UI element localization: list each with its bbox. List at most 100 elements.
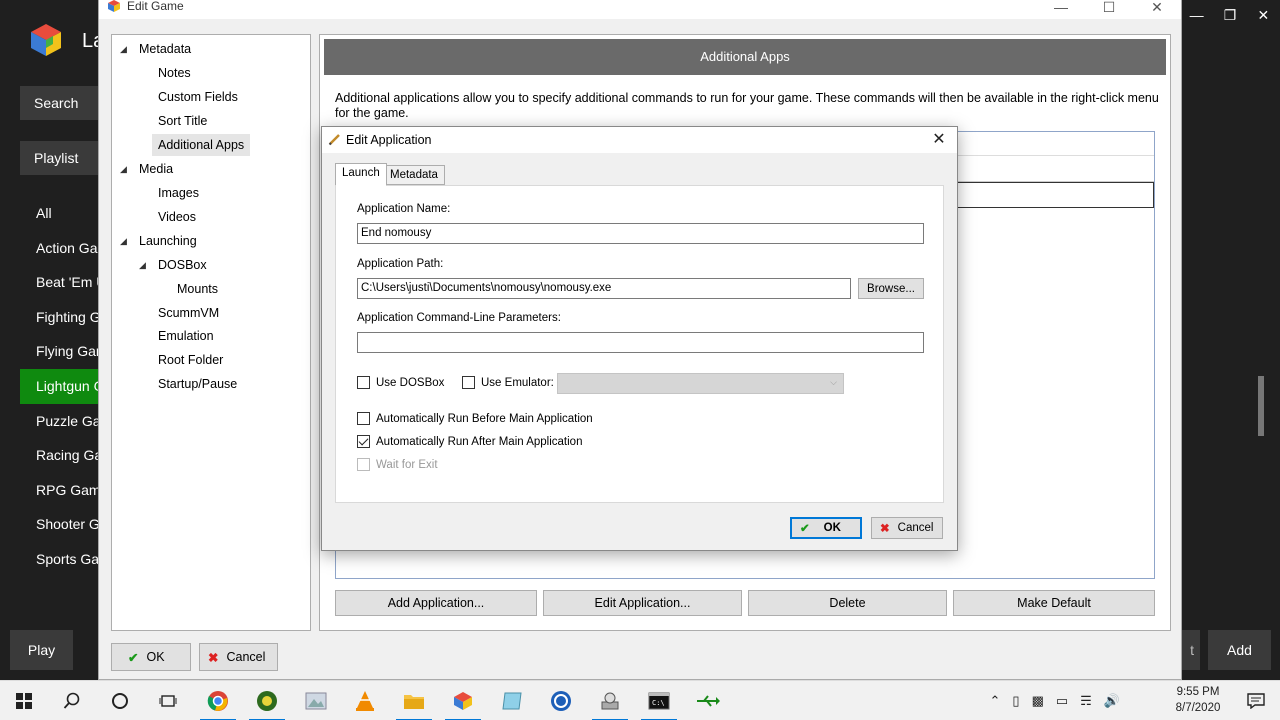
- restore-icon[interactable]: ❐: [1213, 0, 1246, 30]
- minimize-icon[interactable]: —: [1180, 0, 1213, 30]
- playlist-item[interactable]: Beat 'Em U: [20, 265, 110, 300]
- playlist-item[interactable]: RPG Game: [20, 473, 110, 508]
- tree-item-videos[interactable]: Videos: [158, 206, 196, 228]
- search-icon[interactable]: [52, 685, 92, 717]
- close-icon[interactable]: ✕: [929, 130, 949, 150]
- app-name-label: Application Name:: [357, 203, 451, 215]
- edit-application-button[interactable]: Edit Application...: [543, 590, 742, 616]
- playlist-item[interactable]: Sports Ga: [20, 542, 110, 577]
- notification-icon[interactable]: [1242, 687, 1270, 715]
- params-field[interactable]: [357, 332, 924, 353]
- settings-tree: ◢ Metadata Notes Custom Fields Sort Titl…: [111, 34, 311, 631]
- playlist-item[interactable]: Puzzle Gar: [20, 404, 110, 439]
- cancel-label: Cancel: [226, 650, 266, 664]
- tree-item-dosbox[interactable]: DOSBox: [158, 254, 207, 276]
- monitor-icon[interactable]: ▩: [1032, 693, 1044, 709]
- dialog-ok-button[interactable]: ✔ OK: [790, 517, 862, 539]
- tab-metadata[interactable]: Metadata: [383, 165, 445, 185]
- tree-item-additional-apps[interactable]: Additional Apps: [152, 134, 251, 156]
- launch-tab-content: Application Name: End nomousy Applicatio…: [335, 185, 944, 503]
- expanded-arrow-icon[interactable]: ◢: [120, 230, 127, 252]
- playlist-item[interactable]: All: [20, 196, 110, 231]
- green-app-icon[interactable]: [247, 685, 287, 720]
- tree-item-media[interactable]: Media: [139, 158, 173, 180]
- wait-exit-label: Wait for Exit: [376, 458, 438, 471]
- search-button[interactable]: Search: [20, 86, 110, 120]
- tree-item-launching[interactable]: Launching: [139, 230, 197, 252]
- maximize-icon[interactable]: ☐: [1085, 0, 1133, 19]
- ok-button[interactable]: ✔ OK: [111, 643, 191, 671]
- checkmark-icon: ✔: [800, 523, 810, 535]
- browse-button[interactable]: Browse...: [858, 278, 924, 299]
- window-title: Edit Game: [127, 0, 184, 13]
- use-dosbox-checkbox[interactable]: Use DOSBox: [357, 376, 444, 389]
- scrollbar-thumb[interactable]: [1258, 376, 1264, 436]
- tree-item-scummvm[interactable]: ScummVM: [158, 302, 219, 324]
- volume-icon[interactable]: 🔊: [1104, 693, 1120, 709]
- emulator-select[interactable]: ⌵: [557, 373, 844, 394]
- dialog-cancel-button[interactable]: ✖ Cancel: [871, 517, 943, 539]
- file-explorer-icon[interactable]: [394, 685, 434, 720]
- blue-circle-app-icon[interactable]: [541, 685, 581, 717]
- run-before-checkbox[interactable]: Automatically Run Before Main Applicatio…: [357, 412, 593, 425]
- chevron-up-icon[interactable]: ⌃: [990, 693, 1001, 709]
- tree-item-notes[interactable]: Notes: [158, 62, 191, 84]
- tree-item-custom-fields[interactable]: Custom Fields: [158, 86, 238, 108]
- playlist-item[interactable]: Flying Gar: [20, 334, 110, 369]
- task-view-icon[interactable]: [148, 685, 188, 717]
- tree-item-sort-title[interactable]: Sort Title: [158, 110, 207, 132]
- tree-item-emulation[interactable]: Emulation: [158, 325, 214, 347]
- close-icon[interactable]: ✕: [1133, 0, 1181, 19]
- cancel-button[interactable]: ✖ Cancel: [199, 643, 278, 671]
- make-default-button[interactable]: Make Default: [953, 590, 1155, 616]
- play-button[interactable]: Play: [10, 630, 73, 670]
- add-button[interactable]: Add: [1208, 630, 1271, 670]
- chrome-icon[interactable]: [198, 685, 238, 720]
- tree-item-metadata[interactable]: Metadata: [139, 38, 191, 60]
- playlist-item[interactable]: Fighting G: [20, 300, 110, 335]
- expanded-arrow-icon[interactable]: ◢: [120, 38, 127, 60]
- panel-description: Additional applications allow you to spe…: [335, 91, 1159, 120]
- checkbox-box: [357, 376, 370, 389]
- playlist-item[interactable]: Action Ga: [20, 231, 110, 266]
- add-application-button[interactable]: Add Application...: [335, 590, 537, 616]
- use-emulator-checkbox[interactable]: Use Emulator:: [462, 376, 554, 389]
- photo-viewer-icon[interactable]: [296, 685, 336, 717]
- tab-launch[interactable]: Launch: [335, 163, 387, 186]
- playlist-item[interactable]: Racing Ga: [20, 438, 110, 473]
- notepad-icon[interactable]: [492, 685, 532, 717]
- expanded-arrow-icon[interactable]: ◢: [120, 158, 127, 180]
- windows-start-icon[interactable]: [4, 685, 44, 717]
- app-name-field[interactable]: End nomousy: [357, 223, 924, 244]
- dialog-titlebar: Edit Application ✕: [322, 127, 957, 153]
- phone-icon[interactable]: ▯: [1012, 693, 1019, 709]
- tree-item-root-folder[interactable]: Root Folder: [158, 349, 223, 371]
- battery-icon[interactable]: ▭: [1056, 693, 1068, 709]
- launchbox-icon[interactable]: [443, 685, 483, 720]
- delete-button[interactable]: Delete: [748, 590, 947, 616]
- run-after-checkbox[interactable]: Automatically Run After Main Application: [357, 435, 582, 448]
- app-path-field[interactable]: C:\Users\justi\Documents\nomousy\nomousy…: [357, 278, 851, 299]
- terminal-icon[interactable]: C:\: [639, 685, 679, 720]
- cancel-x-icon: ✖: [208, 650, 219, 665]
- wifi-icon[interactable]: ☴: [1080, 693, 1092, 709]
- expanded-arrow-icon[interactable]: ◢: [139, 254, 146, 276]
- playlist-item[interactable]: Shooter G: [20, 507, 110, 542]
- clock[interactable]: 9:55 PM 8/7/2020: [1166, 684, 1230, 716]
- tree-item-mounts[interactable]: Mounts: [177, 278, 218, 300]
- playlist-list: All Action Ga Beat 'Em U Fighting G Flying G…: [20, 196, 110, 577]
- run-before-label: Automatically Run Before Main Applicatio…: [376, 412, 593, 425]
- close-icon[interactable]: ✕: [1247, 0, 1280, 30]
- use-dosbox-label: Use DOSBox: [376, 376, 445, 389]
- minimize-icon[interactable]: —: [1037, 0, 1085, 19]
- tree-item-startup-pause[interactable]: Startup/Pause: [158, 373, 237, 395]
- dialog-title: Edit Application: [346, 133, 432, 147]
- tools-app-icon[interactable]: [590, 685, 630, 720]
- vlc-icon[interactable]: [345, 685, 385, 717]
- cortana-icon[interactable]: [100, 685, 140, 717]
- playlist-item[interactable]: Lightgun G: [20, 368, 110, 404]
- usb-icon[interactable]: [688, 685, 728, 717]
- taskbar: C:\ ⌃ ▯ ▩ ▭ ☴ 🔊 9:55 PM 8/7/2020: [0, 680, 1280, 720]
- playlist-button[interactable]: Playlist: [20, 141, 110, 175]
- tree-item-images[interactable]: Images: [158, 182, 199, 204]
